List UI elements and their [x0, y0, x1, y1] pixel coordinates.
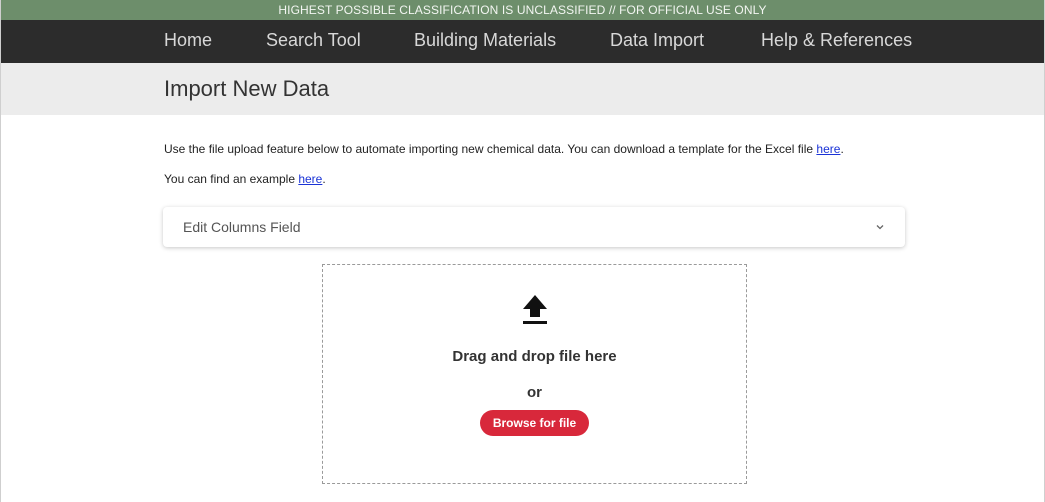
top-navbar: Home Search Tool Building Materials Data… [1, 20, 1044, 63]
intro-line2-end: . [322, 172, 326, 186]
intro-line1-text: Use the file upload feature below to aut… [164, 142, 817, 156]
nav-item-data-import[interactable]: Data Import [610, 30, 704, 51]
nav-item-search-tool[interactable]: Search Tool [266, 30, 361, 51]
chevron-down-icon[interactable] [875, 222, 885, 232]
nav-item-building-materials[interactable]: Building Materials [414, 30, 556, 51]
intro-line1-end: . [840, 142, 844, 156]
template-download-link[interactable]: here [816, 142, 840, 156]
intro-line2-text: You can find an example [164, 172, 299, 186]
example-link[interactable]: here [298, 172, 322, 186]
classification-banner-text: HIGHEST POSSIBLE CLASSIFICATION IS UNCLA… [278, 3, 767, 17]
intro-text: Use the file upload feature below to aut… [164, 134, 924, 194]
page-header: Import New Data [1, 63, 1044, 115]
drag-drop-text: Drag and drop file here [452, 348, 617, 365]
intro-line-template: Use the file upload feature below to aut… [164, 134, 924, 164]
edit-columns-label: Edit Columns Field [183, 219, 301, 235]
app-frame: HIGHEST POSSIBLE CLASSIFICATION IS UNCLA… [0, 0, 1045, 502]
intro-line-example: You can find an example here. [164, 164, 924, 194]
file-dropzone[interactable]: Drag and drop file here or Browse for fi… [322, 264, 747, 484]
nav-item-home[interactable]: Home [164, 30, 212, 51]
nav-item-help-references[interactable]: Help & References [761, 30, 912, 51]
classification-banner: HIGHEST POSSIBLE CLASSIFICATION IS UNCLA… [1, 0, 1044, 20]
upload-icon [522, 295, 547, 324]
page-title: Import New Data [164, 76, 330, 101]
browse-file-button[interactable]: Browse for file [479, 410, 590, 436]
or-text: or [527, 384, 542, 401]
edit-columns-accordion[interactable]: Edit Columns Field [163, 207, 905, 247]
